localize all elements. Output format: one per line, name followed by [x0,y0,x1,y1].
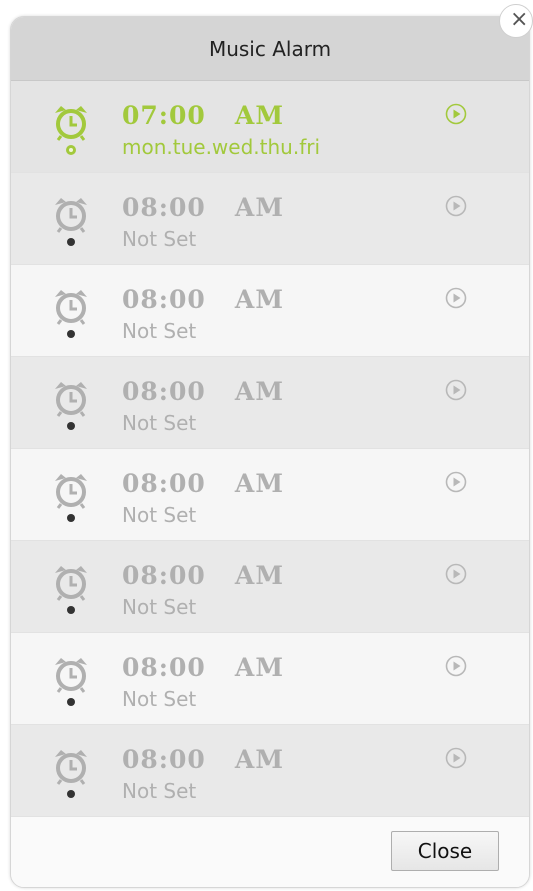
alarm-row[interactable]: 08:00 AM Not Set [11,173,529,265]
alarm-days: Not Set [122,227,197,251]
alarm-time: 08:00 AM [122,285,284,314]
alarm-clock-icon [55,198,87,246]
alarm-row[interactable]: 08:00 AM Not Set [11,633,529,725]
alarm-time: 08:00 AM [122,653,284,682]
alarm-time: 08:00 AM [122,561,284,590]
play-icon[interactable] [445,563,467,585]
alarm-row[interactable]: 08:00 AM Not Set [11,725,529,817]
alarm-days: Not Set [122,411,197,435]
music-alarm-dialog: Music Alarm 07:00 AM mon.tue.wed.thu.fri 0… [10,16,530,888]
alarm-time: 07:00 AM [122,101,284,130]
alarm-clock-icon [55,290,87,338]
alarm-clock-icon [55,750,87,798]
alarm-clock-icon [55,566,87,614]
play-icon[interactable] [445,379,467,401]
alarm-row[interactable]: 07:00 AM mon.tue.wed.thu.fri [11,81,529,173]
alarm-days: Not Set [122,595,197,619]
play-icon[interactable] [445,747,467,769]
alarm-time: 08:00 AM [122,193,284,222]
alarm-days: Not Set [122,503,197,527]
alarm-row[interactable]: 08:00 AM Not Set [11,449,529,541]
play-icon[interactable] [445,103,467,125]
dialog-footer: Close [11,819,529,887]
close-x-button[interactable]: × [499,4,533,38]
close-button[interactable]: Close [391,831,499,871]
alarm-row[interactable]: 08:00 AM Not Set [11,265,529,357]
alarm-clock-icon [55,474,87,522]
play-icon[interactable] [445,195,467,217]
alarm-time: 08:00 AM [122,745,284,774]
alarm-row[interactable]: 08:00 AM Not Set [11,541,529,633]
alarm-row[interactable]: 08:00 AM Not Set [11,357,529,449]
play-icon[interactable] [445,287,467,309]
alarm-days: mon.tue.wed.thu.fri [122,135,321,159]
alarm-time: 08:00 AM [122,469,284,498]
play-icon[interactable] [445,655,467,677]
alarm-clock-icon [55,382,87,430]
alarm-list: 07:00 AM mon.tue.wed.thu.fri 08:00 AM Not S… [11,81,529,817]
alarm-clock-icon [55,106,87,155]
play-icon[interactable] [445,471,467,493]
alarm-clock-icon [55,658,87,706]
alarm-days: Not Set [122,319,197,343]
dialog-title: Music Alarm [11,17,529,81]
alarm-time: 08:00 AM [122,377,284,406]
alarm-days: Not Set [122,779,197,803]
alarm-days: Not Set [122,687,197,711]
